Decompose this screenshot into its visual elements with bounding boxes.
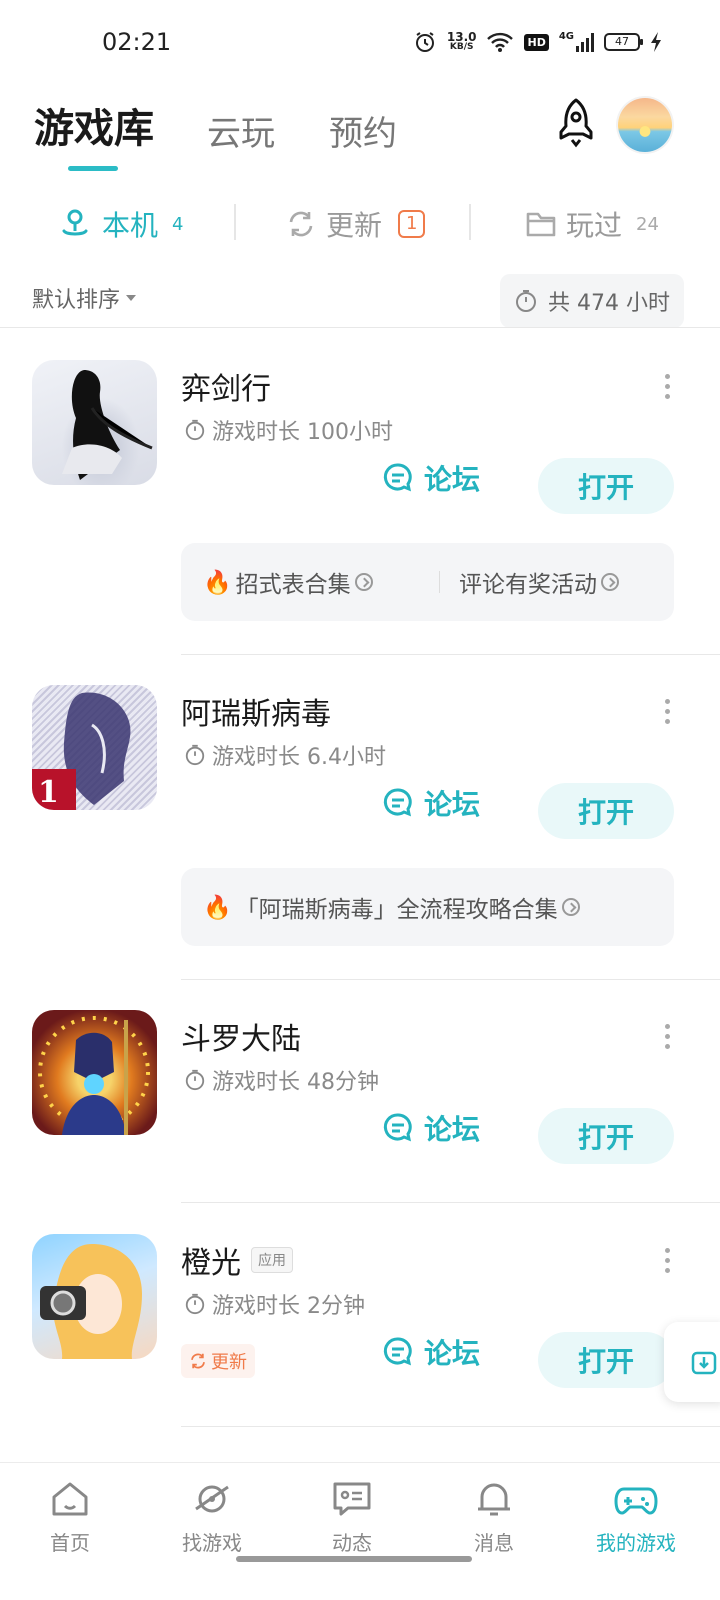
- phone-pin-icon: [62, 209, 88, 236]
- arrow-circle-icon: [601, 573, 619, 591]
- tab-reservation[interactable]: 预约: [329, 106, 397, 155]
- floating-download-button[interactable]: [664, 1322, 720, 1402]
- battery-icon: 47: [604, 33, 643, 51]
- gamepad-icon: [614, 1487, 658, 1515]
- game-title: 弈剑行: [181, 372, 271, 407]
- signal-icon: 4G: [559, 32, 594, 52]
- promo-link[interactable]: 评论有奖活动: [459, 565, 619, 599]
- avatar[interactable]: [618, 98, 672, 152]
- game-title: 橙光 应用: [181, 1238, 293, 1282]
- bell-icon: [478, 1483, 510, 1516]
- more-icon[interactable]: [662, 699, 672, 727]
- promo-bar: 🔥 「阿瑞斯病毒」全流程攻略合集: [181, 868, 674, 946]
- open-button[interactable]: 打开: [538, 1108, 674, 1164]
- arrow-circle-icon: [354, 573, 373, 591]
- planet-icon: [195, 1485, 229, 1513]
- game-title: 阿瑞斯病毒: [181, 697, 331, 732]
- game-icon[interactable]: [32, 1010, 157, 1135]
- wifi-icon: [487, 32, 514, 52]
- home-indicator: [236, 1556, 472, 1562]
- nav-my-games[interactable]: 我的游戏: [576, 1477, 696, 1556]
- timer-icon: [185, 419, 205, 441]
- playtime: 游戏时长 6.4小时: [184, 739, 386, 771]
- status-bar: 02:21 13.0 KB/S HD 4G 47: [0, 0, 720, 88]
- tab-cloud-play[interactable]: 云玩: [207, 106, 275, 155]
- arrow-circle-icon: [561, 898, 580, 916]
- more-icon[interactable]: [662, 1248, 672, 1276]
- fire-icon: 🔥: [203, 569, 232, 596]
- caret-down-icon: [126, 295, 137, 301]
- subtab-played[interactable]: 玩过 24: [526, 204, 659, 244]
- forum-button[interactable]: 论坛: [382, 458, 480, 498]
- game-card: 弈剑行 游戏时长 100小时 论坛 打开 🔥 招式表合集 评论有奖活动: [0, 328, 720, 655]
- screen: 02:21 13.0 KB/S HD 4G 47 游戏库 云玩 预约 本机 4 …: [0, 0, 720, 1600]
- tab-game-library[interactable]: 游戏库: [34, 96, 154, 154]
- forum-icon: [383, 463, 412, 492]
- forum-icon: [383, 1337, 412, 1366]
- promo-link[interactable]: 🔥 招式表合集: [203, 565, 373, 599]
- divider: [181, 1426, 720, 1427]
- playtime: 游戏时长 2分钟: [184, 1288, 365, 1320]
- update-badge[interactable]: 更新: [181, 1344, 255, 1378]
- download-icon: [691, 1351, 717, 1375]
- sort-row: 默认排序 共 474 小时: [0, 272, 720, 328]
- game-card: 橙光 应用 游戏时长 2分钟 更新 论坛 打开: [0, 1202, 720, 1427]
- charging-icon: [651, 32, 661, 52]
- header: 游戏库 云玩 预约: [0, 96, 720, 176]
- timer-icon: [185, 744, 205, 766]
- open-button[interactable]: 打开: [538, 783, 674, 839]
- forum-icon: [383, 1113, 412, 1142]
- fire-icon: 🔥: [203, 894, 232, 921]
- forum-icon: [383, 788, 412, 817]
- timer-icon: [185, 1293, 205, 1315]
- timer-icon: [185, 1069, 205, 1091]
- chat-card-icon: [333, 1482, 371, 1516]
- refresh-icon: [191, 1353, 205, 1369]
- open-button[interactable]: 打开: [538, 1332, 674, 1388]
- forum-button[interactable]: 论坛: [382, 1332, 480, 1372]
- forum-button[interactable]: 论坛: [382, 783, 480, 823]
- icon-badge: 1: [38, 775, 59, 810]
- total-playtime: 共 474 小时: [500, 274, 684, 328]
- bottom-nav: 首页 找游戏 动态 消息 我的游戏: [0, 1462, 720, 1600]
- app-tag: 应用: [251, 1247, 293, 1273]
- more-icon[interactable]: [662, 374, 672, 402]
- promo-link[interactable]: 🔥 「阿瑞斯病毒」全流程攻略合集: [203, 890, 580, 924]
- game-icon[interactable]: [32, 360, 157, 485]
- hd-badge: HD: [524, 33, 549, 51]
- status-time: 02:21: [102, 28, 172, 56]
- playtime: 游戏时长 48分钟: [184, 1064, 379, 1096]
- more-icon[interactable]: [662, 1024, 672, 1052]
- forum-button[interactable]: 论坛: [382, 1108, 480, 1148]
- game-card: 斗罗大陆 游戏时长 48分钟 论坛 打开: [0, 978, 720, 1203]
- nav-home[interactable]: 首页: [10, 1477, 130, 1556]
- promo-bar: 🔥 招式表合集 评论有奖活动: [181, 543, 674, 621]
- game-icon[interactable]: [32, 1234, 157, 1359]
- sub-tabs: 本机 4 更新 1 玩过 24: [0, 196, 720, 248]
- game-icon[interactable]: 1: [32, 685, 157, 810]
- net-speed: 13.0 KB/S: [446, 30, 477, 52]
- sort-dropdown[interactable]: 默认排序: [32, 282, 137, 314]
- subtab-local[interactable]: 本机 4: [58, 204, 183, 244]
- rocket-icon[interactable]: [550, 96, 602, 148]
- nav-messages[interactable]: 消息: [434, 1477, 554, 1556]
- alarm-icon: [415, 32, 434, 52]
- game-title: 斗罗大陆: [181, 1022, 301, 1057]
- timer-icon: [516, 290, 536, 312]
- status-icons: 13.0 KB/S HD 4G 47: [413, 30, 662, 54]
- nav-find-games[interactable]: 找游戏: [152, 1477, 272, 1556]
- active-tab-indicator: [68, 166, 118, 171]
- subtab-update[interactable]: 更新 1: [286, 204, 426, 244]
- playtime: 游戏时长 100小时: [184, 414, 393, 446]
- folder-icon: [526, 212, 556, 237]
- refresh-icon: [289, 211, 313, 237]
- open-button[interactable]: 打开: [538, 458, 674, 514]
- home-icon: [52, 1482, 88, 1516]
- nav-feed[interactable]: 动态: [292, 1477, 412, 1556]
- game-card: 1 阿瑞斯病毒 游戏时长 6.4小时 论坛 打开 🔥 「阿瑞斯病毒」全流程攻略合…: [0, 653, 720, 980]
